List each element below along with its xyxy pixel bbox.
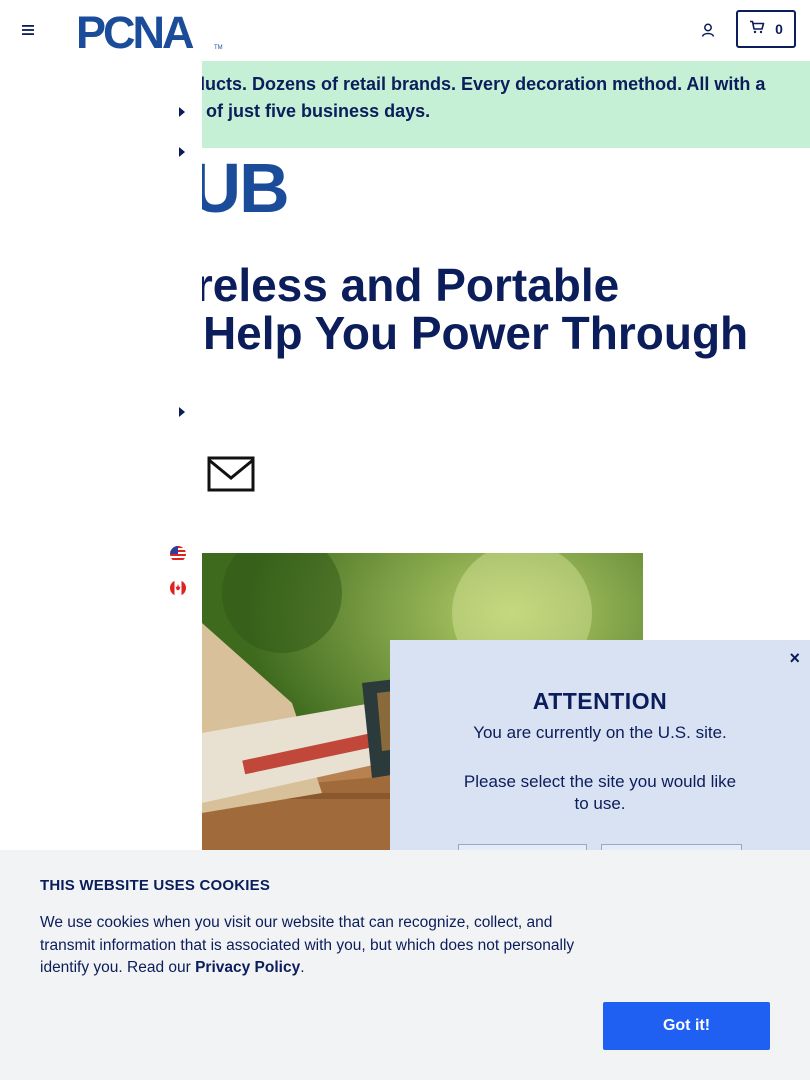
cookie-body-end: . xyxy=(300,959,305,976)
modal-title: ATTENTION xyxy=(532,688,668,714)
us-flag-icon[interactable] xyxy=(170,546,186,562)
cookie-body-text: We use cookies when you visit our websit… xyxy=(40,914,575,976)
promo-banner: Thousands of products. Dozens of retail … xyxy=(202,61,810,148)
caret-right-icon[interactable] xyxy=(178,407,186,417)
cart-button[interactable]: 0 xyxy=(736,10,796,48)
caret-right-icon[interactable] xyxy=(178,147,186,157)
close-icon[interactable]: × xyxy=(789,648,800,669)
accept-cookies-button[interactable]: Got it! xyxy=(603,1002,770,1050)
banner-text: Thousands of products. Dozens of retail … xyxy=(202,74,766,121)
logo-tm: TM xyxy=(214,45,223,51)
site-header: PCNA TM 0 xyxy=(0,0,810,61)
region-select-modal: × ATTENTION You are currently on the U.S… xyxy=(390,640,810,855)
canada-flag-icon[interactable] xyxy=(170,580,186,596)
user-icon[interactable] xyxy=(696,18,720,42)
cookie-title: THIS WEBSITE USES COOKIES xyxy=(40,877,271,894)
article-title: The Best Wireless and Portable Chargers … xyxy=(202,259,749,359)
logo-text: PCNA xyxy=(76,11,194,51)
cart-icon xyxy=(749,20,765,39)
cookie-message: We use cookies when you visit our websit… xyxy=(40,912,610,980)
current-site-text: You are currently on the U.S. site. xyxy=(473,723,727,742)
hamburger-icon[interactable] xyxy=(18,20,38,40)
side-nav-column xyxy=(0,61,202,850)
cookie-banner: THIS WEBSITE USES COOKIES We use cookies… xyxy=(0,850,810,1080)
email-share-icon[interactable] xyxy=(207,456,255,492)
privacy-policy-link[interactable]: Privacy Policy xyxy=(195,959,300,976)
cart-count: 0 xyxy=(775,21,783,37)
caret-right-icon[interactable] xyxy=(178,107,186,117)
hub-logo: HUB xyxy=(202,149,290,227)
site-select-prompt: Please select the site you would like to… xyxy=(463,772,737,813)
pcna-logo[interactable]: PCNA TM xyxy=(76,7,224,58)
